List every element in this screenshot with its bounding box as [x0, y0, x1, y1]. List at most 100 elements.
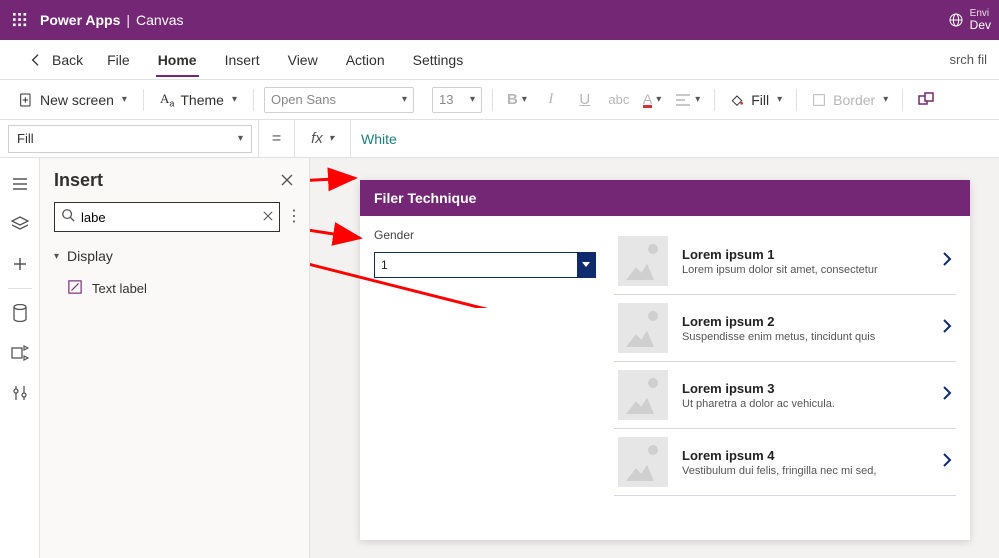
rail-media-button[interactable] — [2, 335, 38, 371]
close-icon — [263, 211, 273, 221]
gallery[interactable]: Lorem ipsum 1 Lorem ipsum dolor sit amet… — [610, 228, 970, 540]
list-item[interactable]: Lorem ipsum 1 Lorem ipsum dolor sit amet… — [614, 228, 956, 295]
insert-search-box[interactable] — [54, 202, 280, 232]
fill-label: Fill — [751, 92, 769, 108]
chevron-right-icon — [942, 251, 952, 272]
font-size-value: 13 — [439, 92, 453, 107]
thumbnail-icon — [618, 303, 668, 353]
font-name-select[interactable]: Open Sans ▾ — [264, 87, 414, 113]
group-display-label: Display — [67, 248, 113, 264]
back-label: Back — [52, 52, 83, 68]
menu-home-label: Home — [158, 52, 197, 68]
brand-app: Power Apps — [40, 12, 120, 28]
canvas-area[interactable]: Filer Technique Gender 1 — [310, 158, 999, 558]
font-color-button[interactable]: A ▾ — [639, 86, 665, 114]
border-button[interactable]: Border ▾ — [807, 92, 892, 108]
theme-button[interactable]: Aa Theme ▾ — [154, 87, 243, 113]
border-icon — [811, 92, 827, 108]
app-title: Filer Technique — [374, 190, 476, 206]
underline-button[interactable]: U — [571, 86, 599, 114]
rail-data-button[interactable] — [2, 295, 38, 331]
equals-label: = — [259, 120, 295, 157]
list-item-title: Lorem ipsum 2 — [682, 314, 928, 329]
brand-title: Power Apps | Canvas — [40, 12, 184, 28]
fx-button[interactable]: fx ▾ — [295, 120, 351, 157]
env-label: Envi — [970, 8, 991, 19]
chevron-down-icon: ▾ — [54, 251, 59, 262]
brand-section: Canvas — [136, 12, 183, 28]
property-selector[interactable]: Fill ▾ — [8, 125, 252, 153]
menu-bar: Back File Home Insert View Action Settin… — [0, 40, 999, 80]
close-icon — [281, 174, 293, 186]
rail-tree-button[interactable] — [2, 166, 38, 202]
env-value: Dev — [970, 19, 991, 32]
chevron-down-icon: ▾ — [329, 133, 334, 144]
gender-dropdown-button[interactable] — [577, 253, 595, 277]
bold-button[interactable]: B▾ — [503, 86, 531, 114]
menu-settings-label: Settings — [413, 52, 464, 68]
list-item-subtitle: Ut pharetra a dolor ac vehicula. — [682, 398, 928, 410]
pane-title: Insert — [54, 170, 103, 191]
ribbon: New screen ▾ Aa Theme ▾ Open Sans ▾ 13 ▾… — [0, 80, 999, 120]
arrow-left-icon — [28, 52, 44, 68]
align-button[interactable]: ▾ — [671, 86, 704, 114]
text-label-icon — [68, 280, 82, 297]
chevron-right-icon — [942, 318, 952, 339]
menu-settings[interactable]: Settings — [401, 44, 476, 76]
align-icon — [675, 93, 691, 107]
environment-picker[interactable]: Envi Dev — [948, 8, 991, 32]
insert-text-label[interactable]: Text label — [40, 272, 309, 305]
brand-bar: Power Apps | Canvas Envi Dev — [0, 0, 999, 40]
gender-dropdown[interactable]: 1 — [374, 252, 596, 278]
list-item-subtitle: Lorem ipsum dolor sit amet, consectetur — [682, 264, 928, 276]
chevron-down-icon — [582, 262, 590, 268]
strikethrough-button[interactable]: abc — [605, 86, 633, 114]
rail-add-button[interactable] — [2, 246, 38, 282]
brand-separator: | — [126, 12, 130, 28]
insert-pane: Insert ⋮ ▾ Display — [40, 158, 310, 558]
fill-button[interactable]: Fill ▾ — [725, 92, 786, 108]
new-screen-button[interactable]: New screen ▾ — [12, 88, 133, 112]
new-screen-icon — [18, 92, 34, 108]
rail-layers-button[interactable] — [2, 206, 38, 242]
app-launcher-icon[interactable] — [8, 8, 32, 32]
menu-view[interactable]: View — [276, 44, 330, 76]
insert-search-input[interactable] — [81, 210, 257, 225]
insert-text-label-text: Text label — [92, 281, 147, 296]
menu-insert-label: Insert — [225, 52, 260, 68]
list-item[interactable]: Lorem ipsum 4 Vestibulum dui felis, frin… — [614, 429, 956, 496]
reorder-icon — [918, 92, 936, 108]
chevron-right-icon — [942, 385, 952, 406]
pane-close-button[interactable] — [275, 168, 299, 192]
reorder-button[interactable] — [913, 86, 941, 114]
list-item-subtitle: Vestibulum dui felis, fringilla nec mi s… — [682, 465, 928, 477]
globe-icon — [948, 12, 964, 28]
chevron-down-icon: ▾ — [470, 94, 475, 105]
menu-home[interactable]: Home — [146, 44, 209, 76]
rail-settings-button[interactable] — [2, 375, 38, 411]
list-item[interactable]: Lorem ipsum 3 Ut pharetra a dolor ac veh… — [614, 362, 956, 429]
group-display[interactable]: ▾ Display — [40, 240, 309, 272]
list-item-subtitle: Suspendisse enim metus, tincidunt quis — [682, 331, 928, 343]
italic-button[interactable]: I — [537, 86, 565, 114]
app-title-bar: Filer Technique — [360, 180, 970, 216]
chevron-down-icon: ▾ — [232, 94, 237, 105]
insert-more-button[interactable]: ⋮ — [286, 209, 303, 225]
database-icon — [13, 304, 27, 322]
formula-input[interactable]: White — [351, 120, 999, 157]
list-item[interactable]: Lorem ipsum 2 Suspendisse enim metus, ti… — [614, 295, 956, 362]
gender-label: Gender — [374, 228, 596, 242]
back-button[interactable]: Back — [20, 46, 91, 74]
menu-insert[interactable]: Insert — [213, 44, 272, 76]
menu-search-hint[interactable]: srch fil — [949, 52, 989, 67]
list-item-title: Lorem ipsum 3 — [682, 381, 928, 396]
menu-action[interactable]: Action — [334, 44, 397, 76]
insert-search-clear[interactable] — [263, 210, 273, 224]
property-value: Fill — [17, 131, 34, 146]
menu-file[interactable]: File — [95, 44, 142, 76]
app-preview: Filer Technique Gender 1 — [360, 180, 970, 540]
plus-icon — [12, 256, 28, 272]
search-icon — [61, 208, 75, 227]
paint-bucket-icon — [729, 92, 745, 108]
font-size-select[interactable]: 13 ▾ — [432, 87, 482, 113]
